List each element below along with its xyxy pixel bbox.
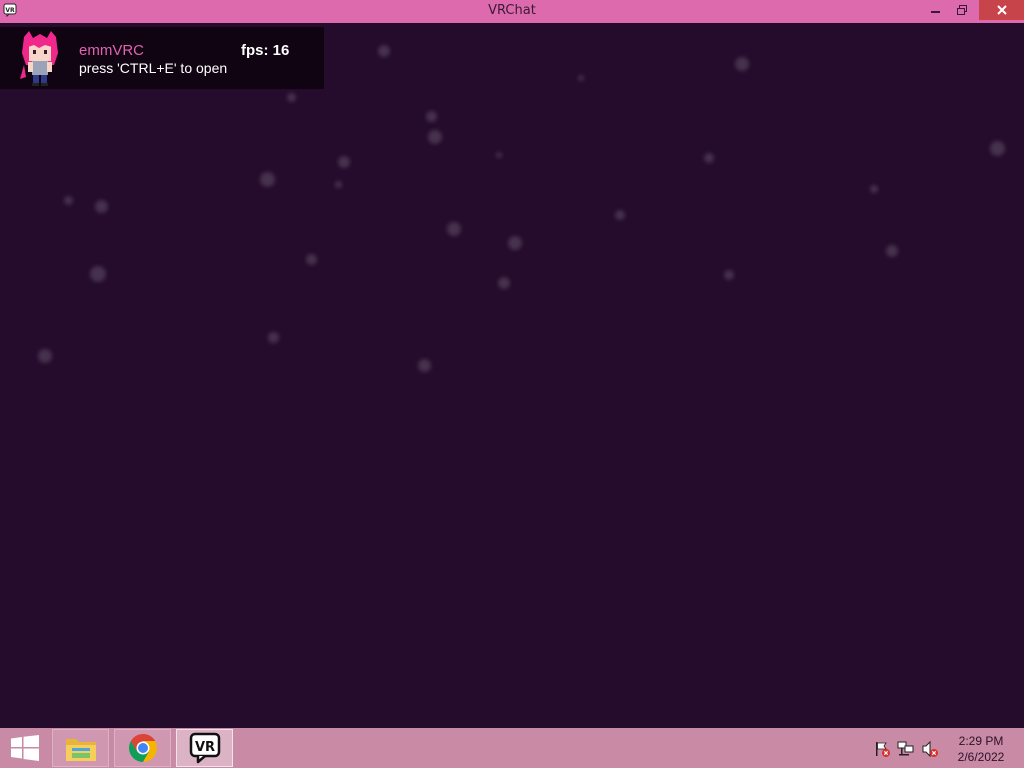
particle	[578, 75, 584, 81]
particle	[990, 141, 1005, 156]
taskbar-vrchat[interactable]: VR	[176, 729, 233, 767]
particle	[447, 222, 461, 236]
particle	[496, 152, 502, 158]
particle	[335, 181, 342, 188]
fps-counter: fps: 16	[241, 42, 290, 59]
particle	[260, 172, 275, 187]
particle	[724, 270, 734, 280]
action-center-flag-icon[interactable]	[873, 740, 891, 758]
vrchat-window: VR VRChat emmVRC fps: 16 press 'CTRL+E' …	[0, 0, 1024, 728]
folder-icon	[65, 739, 96, 761]
particle	[418, 359, 431, 372]
network-icon[interactable]	[897, 740, 915, 758]
clock-date: 2/6/2022	[957, 750, 1005, 764]
particle	[704, 153, 714, 163]
particle	[378, 45, 390, 57]
particle	[615, 210, 625, 220]
chrome-icon	[128, 734, 157, 762]
particle	[870, 185, 878, 193]
particle	[886, 245, 898, 257]
particle	[268, 332, 279, 343]
vr-logo-icon: VR	[189, 732, 220, 764]
particle	[338, 156, 350, 168]
background-particles	[0, 23, 1024, 728]
taskbar-file-explorer[interactable]	[52, 729, 109, 767]
window-title: VRChat	[488, 3, 536, 18]
close-button[interactable]	[979, 0, 1024, 20]
volume-muted-icon[interactable]	[921, 740, 939, 758]
notification-username: emmVRC	[79, 42, 145, 59]
emmvrc-notification: emmVRC fps: 16 press 'CTRL+E' to open	[0, 27, 324, 89]
open-menu-hint: press 'CTRL+E' to open	[79, 60, 228, 76]
particle	[735, 57, 749, 71]
close-icon	[996, 5, 1007, 15]
taskbar-chrome[interactable]	[114, 729, 171, 767]
particle	[426, 111, 437, 122]
particle	[498, 277, 510, 289]
svg-text:VR: VR	[194, 740, 214, 755]
restore-button[interactable]	[950, 0, 974, 20]
particle	[508, 236, 522, 250]
restore-icon	[957, 5, 967, 15]
minimize-button[interactable]	[922, 0, 950, 20]
particle	[306, 254, 317, 265]
taskbar: VR 2:29 PM 2/6/2022	[0, 728, 1024, 768]
particle	[95, 200, 108, 213]
minimize-icon	[931, 11, 940, 13]
particle	[64, 196, 73, 205]
clock-time: 2:29 PM	[958, 734, 1004, 748]
windows-logo-icon	[11, 735, 39, 761]
start-button[interactable]	[0, 728, 50, 768]
system-clock[interactable]: 2:29 PM 2/6/2022	[946, 733, 1016, 765]
particle	[90, 266, 106, 282]
particle	[38, 349, 52, 363]
title-bar[interactable]: VR VRChat	[0, 0, 1024, 23]
particle	[287, 93, 296, 102]
particle	[428, 130, 442, 144]
pink-haired-character-icon	[20, 31, 58, 86]
